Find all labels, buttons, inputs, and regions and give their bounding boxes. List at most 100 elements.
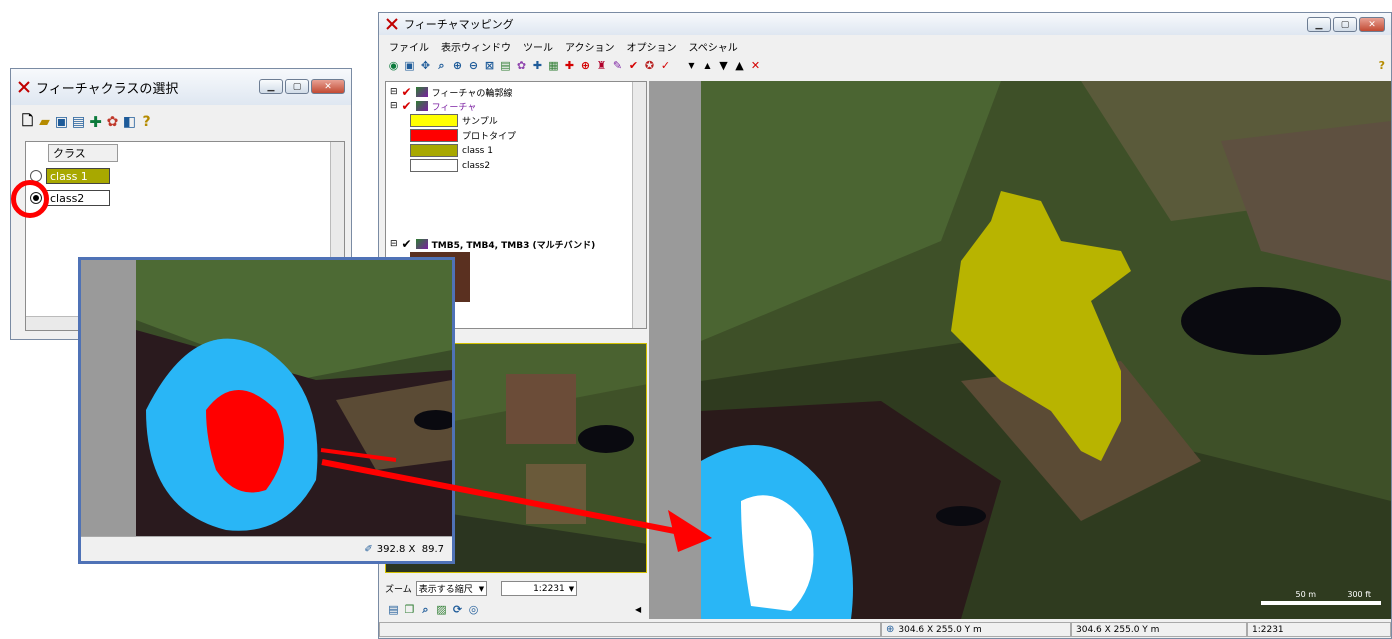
class-window-titlebar: フィーチャクラスの選択 ▁ ▢ ✕ (11, 69, 351, 105)
box-tool-icon[interactable]: ▣ (403, 59, 416, 72)
delete-x-icon[interactable]: ✕ (749, 59, 762, 72)
main-window-title: フィーチャマッピング (404, 18, 514, 31)
arrow-down-icon[interactable]: ▼ (717, 59, 730, 72)
menu-action[interactable]: アクション (565, 39, 615, 54)
zoom-label: ズーム (385, 585, 412, 595)
inset-panel: ✐ 392.8 X 89.7 (78, 257, 455, 564)
new-file-icon[interactable]: 🗋 (21, 113, 34, 129)
legend-root-label: フィーチャの輪郭線 (431, 88, 513, 99)
spectral-icon[interactable]: ✿ (515, 59, 528, 72)
zoom-red-icon[interactable]: ⊕ (579, 59, 592, 72)
add-class-icon[interactable]: ✚ (89, 113, 102, 131)
collapse-left-icon[interactable]: ◀ (635, 605, 641, 614)
close-button[interactable]: ✕ (311, 79, 345, 94)
legend-vertical-scrollbar[interactable] (632, 82, 646, 328)
satellite-map-graphic (701, 81, 1391, 619)
legend-item-label: プロトタイプ (462, 132, 517, 142)
expand-icon[interactable]: ⊟ (390, 87, 398, 97)
add-red-icon[interactable]: ✚ (563, 59, 576, 72)
app-icon (18, 81, 30, 93)
maximize-button[interactable]: ▢ (1333, 17, 1357, 32)
zoom-rotate-icon[interactable]: ⟳ (451, 603, 464, 616)
image-icon[interactable]: ▨ (435, 603, 448, 616)
class-toolbar: 🗋 ▰ ▣ ▤ ✚ ✿ ◧ ? (21, 113, 153, 131)
status-coord1: 304.6 X 255.0 Y m (898, 624, 982, 635)
class-label-box: class 1 (46, 168, 110, 184)
visible-check-icon[interactable]: ✔ (402, 237, 412, 251)
arrow-up-icon[interactable]: ▲ (733, 59, 746, 72)
color-swatch (410, 159, 458, 172)
maximize-button[interactable]: ▢ (285, 79, 309, 94)
legend-raster-label: TMB5, TMB4, TMB3 (マルチバンド) (431, 240, 596, 251)
main-statusbar: ⊕ 304.6 X 255.0 Y m 304.6 X 255.0 Y m 1:… (379, 622, 1391, 637)
arrow-up-small-icon[interactable]: ▲ (701, 59, 714, 72)
legend-item-label: サンプル (462, 117, 498, 127)
legend-feature-label: フィーチャ (431, 102, 477, 113)
main-map-view[interactable]: 50 m 300 ft (701, 81, 1391, 619)
class-row[interactable]: class 1 (30, 168, 110, 184)
menu-tools[interactable]: ツール (523, 39, 553, 54)
status-scale: 1:2231 (1252, 624, 1284, 635)
minimize-button[interactable]: ▁ (259, 79, 283, 94)
layers-icon[interactable]: ▤ (499, 59, 512, 72)
map-gray-margin (649, 81, 701, 619)
zoom-scale-select[interactable]: 1:2231 ▼ (501, 581, 578, 596)
visible-check-icon[interactable]: ✔ (402, 99, 412, 113)
search-icon[interactable]: ⌕ (419, 603, 432, 616)
scale-bar-right-label: 300 ft (1347, 590, 1371, 599)
save-as-icon[interactable]: ▤ (72, 114, 85, 130)
inset-map-view[interactable] (136, 260, 452, 537)
sample-add-icon[interactable]: ✚ (531, 59, 544, 72)
grid-icon[interactable]: ▦ (547, 59, 560, 72)
select-tool-icon[interactable]: ◉ (387, 59, 400, 72)
paint-bucket-icon[interactable]: ♜ (595, 59, 608, 72)
classify-icon[interactable]: ✪ (643, 59, 656, 72)
help-icon[interactable]: ? (1379, 59, 1385, 72)
zoom-mode-value: 表示する縮尺 (418, 585, 473, 595)
inset-statusbar: ✐ 392.8 X 89.7 (81, 536, 452, 561)
menu-options[interactable]: オプション (627, 39, 677, 54)
validate-icon[interactable]: ✓ (659, 59, 672, 72)
legend-raster-row[interactable]: ⊟ ✔ TMB5, TMB4, TMB3 (マルチバンド) (390, 237, 595, 251)
paint-icon[interactable]: ◧ (123, 114, 136, 130)
check-red-icon[interactable]: ✔ (627, 59, 640, 72)
minimize-button[interactable]: ▁ (1307, 17, 1331, 32)
zoom-target-icon[interactable]: ◎ (467, 603, 480, 616)
class-column-header[interactable]: クラス (48, 144, 118, 162)
class-column-label: クラス (53, 147, 86, 160)
palette-icon[interactable]: ✿ (106, 114, 119, 130)
close-button[interactable]: ✕ (1359, 17, 1385, 32)
legend-item[interactable]: class2 (410, 159, 490, 172)
zoom-box-icon[interactable]: ⊠ (483, 59, 496, 72)
help-icon[interactable]: ? (140, 114, 153, 130)
menu-file[interactable]: ファイル (389, 39, 429, 54)
visible-check-icon[interactable]: ✔ (402, 85, 412, 99)
expand-icon[interactable]: ⊟ (390, 101, 398, 111)
copy-icon[interactable]: ❐ (403, 603, 416, 616)
menu-special[interactable]: スペシャル (689, 39, 738, 54)
open-folder-icon[interactable]: ▰ (38, 114, 51, 130)
save-icon[interactable]: ▣ (55, 114, 68, 130)
layer-list-icon[interactable]: ▤ (387, 603, 400, 616)
legend-root-row[interactable]: ⊟ ✔ フィーチャの輪郭線 (390, 85, 512, 99)
zoom-bar: ズーム 表示する縮尺 ▼ 1:2231 ▼ (385, 581, 578, 596)
main-titlebar: フィーチャマッピング ▁ ▢ ✕ (379, 13, 1391, 35)
legend-item-label: class2 (462, 160, 491, 171)
legend-item[interactable]: プロトタイプ (410, 129, 516, 142)
pan-tool-icon[interactable]: ✥ (419, 59, 432, 72)
status-spacer (379, 622, 881, 637)
legend-feature-row[interactable]: ⊟ ✔ フィーチャ (390, 99, 476, 113)
color-swatch (410, 129, 458, 142)
pencil-icon[interactable]: ✎ (611, 59, 624, 72)
legend-item[interactable]: class 1 (410, 144, 493, 157)
highlight-circle (11, 180, 49, 218)
zoom-extent-icon[interactable]: ⌕ (435, 59, 448, 72)
main-toolbar: ◉ ▣ ✥ ⌕ ⊕ ⊖ ⊠ ▤ ✿ ✚ ▦ ✚ ⊕ ♜ ✎ ✔ ✪ ✓ ▼ ▲ … (387, 59, 762, 73)
zoom-out-icon[interactable]: ⊖ (467, 59, 480, 72)
zoom-in-icon[interactable]: ⊕ (451, 59, 464, 72)
arrow-down-small-icon[interactable]: ▼ (685, 59, 698, 72)
menu-view-window[interactable]: 表示ウィンドウ (441, 39, 511, 54)
zoom-mode-select[interactable]: 表示する縮尺 ▼ (415, 581, 488, 596)
legend-item[interactable]: サンプル (410, 114, 498, 127)
expand-icon[interactable]: ⊟ (390, 239, 398, 249)
